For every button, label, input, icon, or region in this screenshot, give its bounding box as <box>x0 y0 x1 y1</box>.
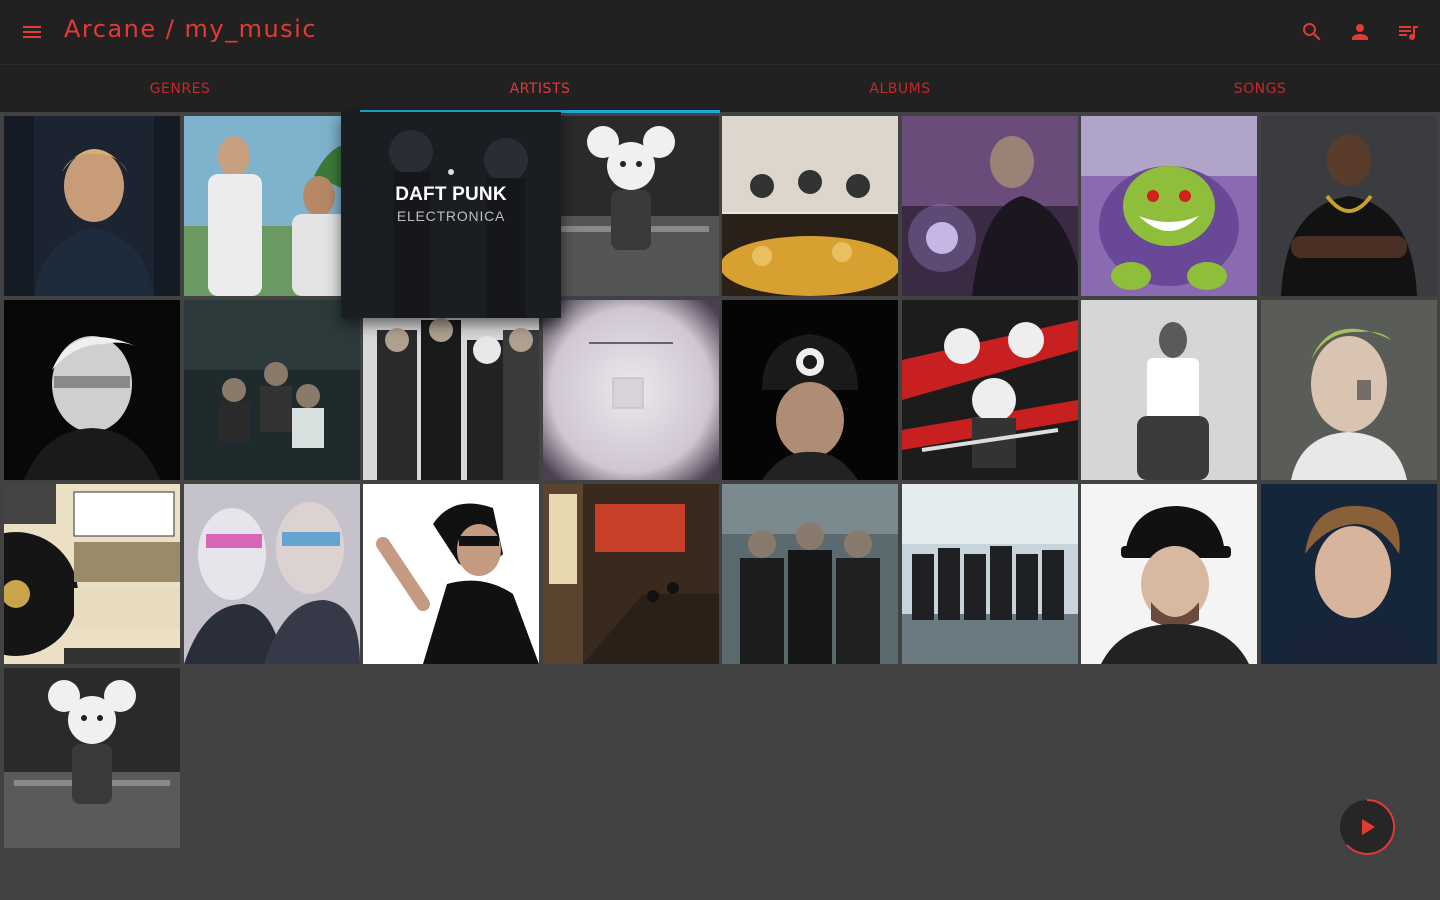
artist-tile[interactable] <box>4 668 180 848</box>
artist-tile[interactable] <box>4 300 180 480</box>
artist-tile[interactable] <box>1081 116 1257 296</box>
artist-image <box>722 300 898 480</box>
artist-image <box>1081 300 1257 480</box>
artist-tile[interactable] <box>4 116 180 296</box>
artist-image <box>902 116 1078 296</box>
artist-image <box>4 668 180 848</box>
artist-image <box>722 484 898 664</box>
artist-tile[interactable] <box>1081 300 1257 480</box>
artist-tile[interactable] <box>363 300 539 480</box>
artist-image <box>184 300 360 480</box>
artist-tile[interactable] <box>363 484 539 664</box>
artist-tile[interactable] <box>902 484 1078 664</box>
artist-tile[interactable] <box>184 116 360 296</box>
artist-image <box>4 484 180 664</box>
person-icon[interactable] <box>1348 20 1372 44</box>
artist-tile[interactable] <box>1261 484 1437 664</box>
artist-tile[interactable] <box>722 116 898 296</box>
artist-tile[interactable] <box>543 116 719 296</box>
tab-albums[interactable]: ALBUMS <box>720 65 1080 113</box>
artist-tile[interactable] <box>4 484 180 664</box>
artist-tile[interactable] <box>184 300 360 480</box>
artist-image <box>1261 484 1437 664</box>
artist-image <box>902 484 1078 664</box>
artist-image <box>722 116 898 296</box>
tab-genres[interactable]: GENRES <box>0 65 360 113</box>
artist-image <box>1081 484 1257 664</box>
queue-music-icon[interactable] <box>1396 20 1420 44</box>
artist-image <box>543 300 719 480</box>
artist-image <box>363 484 539 664</box>
app-bar: Arcane / my_music <box>0 0 1440 64</box>
artist-image <box>363 300 539 480</box>
artist-image <box>4 116 180 296</box>
artist-tile[interactable] <box>1261 116 1437 296</box>
artist-image <box>902 300 1078 480</box>
artist-image <box>1261 116 1437 296</box>
artist-image <box>4 300 180 480</box>
tab-bar: GENRES ARTISTS ALBUMS SONGS <box>0 64 1440 113</box>
app-title: Arcane / my_music <box>64 15 318 43</box>
artist-tile[interactable] <box>1081 484 1257 664</box>
artist-tile[interactable] <box>902 300 1078 480</box>
artist-tile[interactable] <box>184 484 360 664</box>
artist-tile[interactable] <box>902 116 1078 296</box>
artist-tile[interactable] <box>543 484 719 664</box>
artist-tile[interactable] <box>543 300 719 480</box>
artist-image <box>1081 116 1257 296</box>
artist-tile-hovered[interactable]: DAFT PUNK ELECTRONICA <box>341 112 561 318</box>
artist-tile[interactable] <box>1261 300 1437 480</box>
tab-artists[interactable]: ARTISTS <box>360 65 720 113</box>
search-icon[interactable] <box>1300 20 1324 44</box>
artist-tile[interactable] <box>722 484 898 664</box>
artist-image <box>1261 300 1437 480</box>
hovered-artist-genre: ELECTRONICA <box>396 208 506 224</box>
artist-image <box>184 484 360 664</box>
play-button[interactable] <box>1339 798 1396 855</box>
artist-image <box>184 116 360 296</box>
tab-songs[interactable]: SONGS <box>1080 65 1440 113</box>
artist-tile[interactable] <box>722 300 898 480</box>
artist-image <box>543 484 719 664</box>
hovered-artist-name: DAFT PUNK <box>395 184 507 205</box>
artist-image <box>543 116 719 296</box>
menu-icon[interactable] <box>20 20 44 44</box>
